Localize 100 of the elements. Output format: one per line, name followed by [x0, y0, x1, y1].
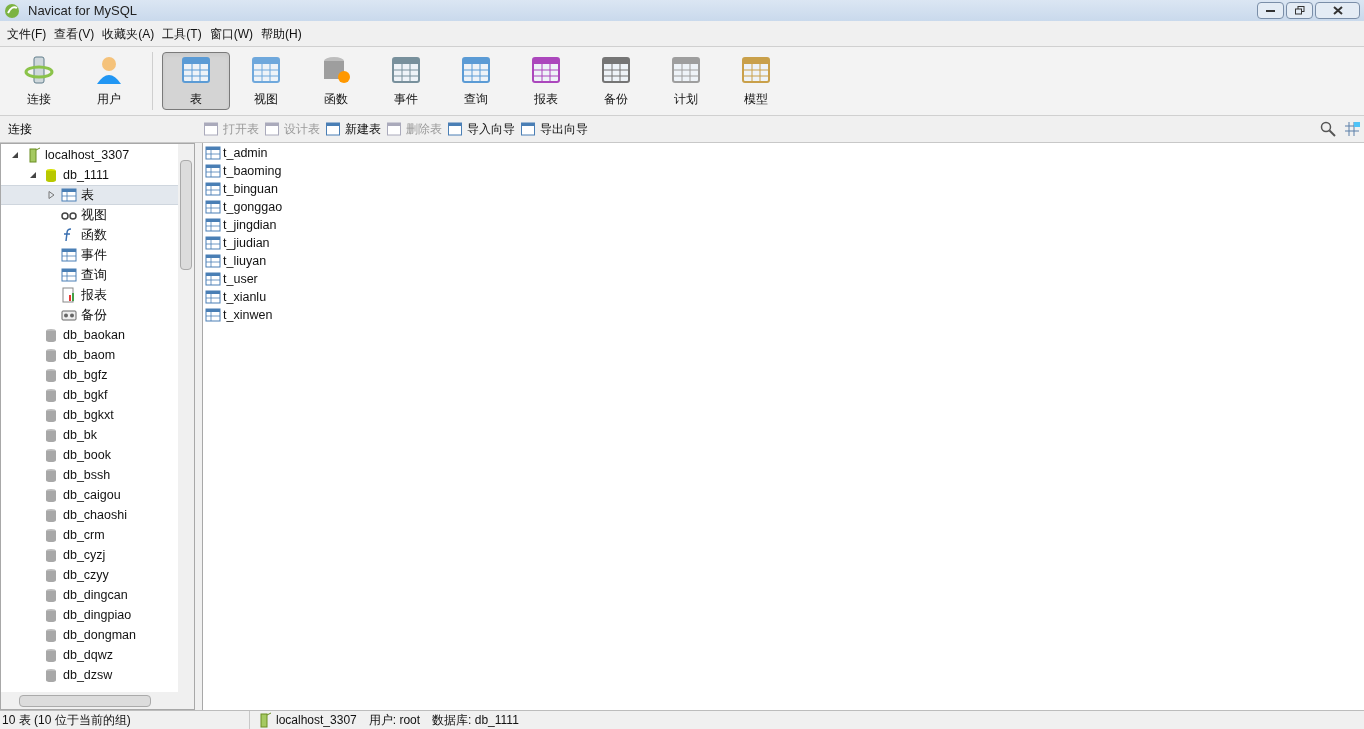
- table-icon: [61, 187, 77, 203]
- tree-item[interactable]: 事件: [1, 245, 178, 265]
- menu-item[interactable]: 收藏夹(A): [99, 24, 158, 43]
- toolbar-button[interactable]: 函数: [302, 52, 370, 110]
- table-list-item[interactable]: t_xinwen: [205, 306, 1364, 324]
- table-icon: [205, 289, 221, 305]
- toolbar-button[interactable]: 连接: [5, 52, 73, 110]
- table-icon: [180, 54, 212, 86]
- toolbar-button[interactable]: 视图: [232, 52, 300, 110]
- table-icon: [205, 253, 221, 269]
- status-user: 用户: root: [367, 712, 421, 729]
- object-toolbar-button[interactable]: 新建表: [326, 120, 381, 138]
- table-icon: [204, 122, 219, 136]
- table-icon: [326, 122, 341, 136]
- tree-item[interactable]: 备份: [1, 305, 178, 325]
- toolbar-button[interactable]: 计划: [652, 52, 720, 110]
- database-icon: [43, 627, 59, 643]
- close-icon: [1332, 6, 1343, 15]
- window-title: Navicat for MySQL: [28, 1, 138, 20]
- database-icon: [43, 467, 59, 483]
- object-toolbar-button[interactable]: 导出向导: [521, 120, 588, 138]
- table-list-item[interactable]: t_user: [205, 270, 1364, 288]
- tree-item[interactable]: db_dingpiao: [1, 605, 178, 625]
- minimize-button[interactable]: [1257, 2, 1284, 19]
- tree-item[interactable]: db_bgkf: [1, 385, 178, 405]
- menu-item[interactable]: 窗口(W): [206, 24, 256, 43]
- table-icon: [387, 122, 402, 136]
- database-icon: [43, 447, 59, 463]
- table-icon: [205, 235, 221, 251]
- database-icon: [43, 487, 59, 503]
- database-icon: [43, 327, 59, 343]
- tree-item[interactable]: 查询: [1, 265, 178, 285]
- table-list-item[interactable]: t_admin: [205, 144, 1364, 162]
- tree-item[interactable]: db_cyzj: [1, 545, 178, 565]
- tree-item[interactable]: 视图: [1, 205, 178, 225]
- tree-item[interactable]: db_caigou: [1, 485, 178, 505]
- expanded-arrow-icon[interactable]: [11, 151, 19, 159]
- tree-item[interactable]: db_chaoshi: [1, 505, 178, 525]
- toolbar-button[interactable]: 查询: [442, 52, 510, 110]
- toolbar-button[interactable]: 报表: [512, 52, 580, 110]
- restore-button[interactable]: [1286, 2, 1313, 19]
- menu-item[interactable]: 文件(F): [4, 24, 50, 43]
- database-icon: [43, 607, 59, 623]
- toolbar-button[interactable]: 表: [162, 52, 230, 110]
- tree-item[interactable]: db_crm: [1, 525, 178, 545]
- database-icon: [43, 507, 59, 523]
- minimize-icon: [1266, 9, 1275, 12]
- table-icon: [521, 122, 536, 136]
- table-grid-icon: [61, 267, 77, 283]
- tree-item[interactable]: db_baom: [1, 345, 178, 365]
- search-icon[interactable]: [1320, 121, 1336, 137]
- expanded-arrow-icon[interactable]: [29, 171, 37, 179]
- tree-item[interactable]: 函数: [1, 225, 178, 245]
- tree-item[interactable]: db_dingcan: [1, 585, 178, 605]
- table-icon: [205, 163, 221, 179]
- table-icon: [448, 122, 463, 136]
- database-icon: [43, 587, 59, 603]
- tree-item[interactable]: db_book: [1, 445, 178, 465]
- tree-item[interactable]: db_czyy: [1, 565, 178, 585]
- grid-view-icon[interactable]: [1344, 121, 1360, 137]
- tree-item[interactable]: db_dqwz: [1, 645, 178, 665]
- app-logo-icon: [4, 2, 20, 19]
- table-list-item[interactable]: t_binguan: [205, 180, 1364, 198]
- database-icon: [43, 647, 59, 663]
- menu-item[interactable]: 工具(T): [159, 24, 205, 43]
- tree-item[interactable]: db_bgfz: [1, 365, 178, 385]
- tree-item[interactable]: db_1111: [1, 165, 178, 185]
- object-toolbar-button[interactable]: 导入向导: [448, 120, 515, 138]
- table-icon: [265, 122, 280, 136]
- database-icon: [43, 547, 59, 563]
- close-button[interactable]: [1315, 2, 1360, 19]
- table-list-item[interactable]: t_gonggao: [205, 198, 1364, 216]
- toolbar-button[interactable]: 用户: [75, 52, 143, 110]
- tree-item[interactable]: db_dongman: [1, 625, 178, 645]
- horizontal-scrollbar[interactable]: [1, 692, 194, 709]
- table-list-item[interactable]: t_xianlu: [205, 288, 1364, 306]
- vertical-scrollbar[interactable]: [178, 144, 194, 692]
- table-icon: [205, 199, 221, 215]
- table-list-item[interactable]: t_liuyan: [205, 252, 1364, 270]
- toolbar-button[interactable]: 备份: [582, 52, 650, 110]
- menu-item[interactable]: 查看(V): [51, 24, 98, 43]
- collapsed-arrow-icon[interactable]: [47, 191, 55, 199]
- table-list-item[interactable]: t_baoming: [205, 162, 1364, 180]
- tree-item[interactable]: db_bgkxt: [1, 405, 178, 425]
- database-icon: [43, 347, 59, 363]
- table-icon: [205, 307, 221, 323]
- tree-item[interactable]: db_dzsw: [1, 665, 178, 685]
- status-database: 数据库: db_1111: [431, 712, 519, 729]
- toolbar-button[interactable]: 事件: [372, 52, 440, 110]
- tree-item[interactable]: 报表: [1, 285, 178, 305]
- table-list-item[interactable]: t_jiudian: [205, 234, 1364, 252]
- database-icon: [43, 167, 59, 183]
- menu-item[interactable]: 帮助(H): [258, 24, 305, 43]
- tree-item[interactable]: 表: [1, 185, 178, 205]
- table-list-item[interactable]: t_jingdian: [205, 216, 1364, 234]
- tree-item[interactable]: db_baokan: [1, 325, 178, 345]
- tree-item[interactable]: localhost_3307: [1, 145, 178, 165]
- tree-item[interactable]: db_bk: [1, 425, 178, 445]
- toolbar-button[interactable]: 模型: [722, 52, 790, 110]
- tree-item[interactable]: db_bssh: [1, 465, 178, 485]
